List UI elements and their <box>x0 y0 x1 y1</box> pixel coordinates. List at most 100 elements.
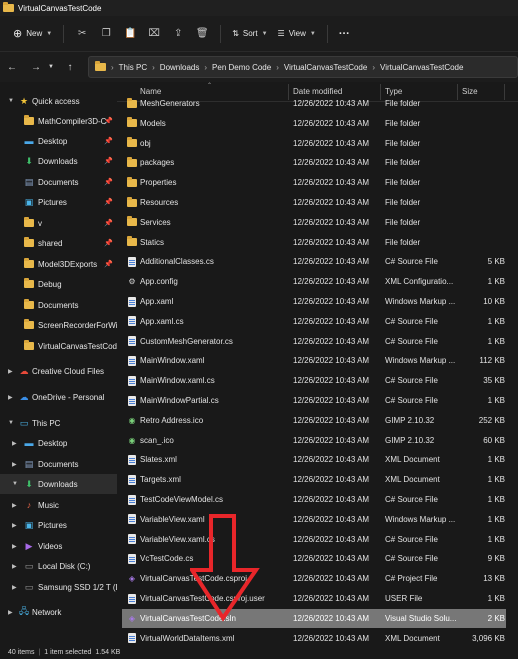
sidebar-item-onedrive[interactable]: ▶ ☁ OneDrive - Personal <box>0 387 117 407</box>
copy-icon[interactable]: ❐ <box>94 22 118 46</box>
sidebar-item-virtualcanvastestcode[interactable]: VirtualCanvasTestCode <box>0 336 117 356</box>
sidebar-item-this-pc[interactable]: ▼ ▭ This PC <box>0 413 117 433</box>
file-row[interactable]: App.xaml 12/26/2022 10:43 AM Windows Marku… <box>122 292 506 311</box>
file-name: AdditionalClasses.cs <box>140 257 214 267</box>
rename-icon[interactable]: ⌧ <box>142 22 166 46</box>
sidebar-item-documents[interactable]: ▤ Documents 📌 <box>0 172 117 192</box>
sidebar-item-local-disk[interactable]: ▶ ▭ Local Disk (C:) <box>0 556 117 576</box>
paste-icon[interactable]: 📋 <box>118 22 142 46</box>
file-row[interactable]: Services 12/26/2022 10:43 AM File folder <box>122 213 506 232</box>
title-bar: VirtualCanvasTestCode <box>0 0 518 16</box>
up-arrow-icon[interactable]: ↑ <box>60 57 80 77</box>
sidebar-item-debug[interactable]: Debug <box>0 274 117 294</box>
chevron-down-icon[interactable]: ▼ <box>12 481 18 487</box>
new-button[interactable]: ⊕ New ▼ <box>8 22 57 46</box>
view-button[interactable]: ☰ View ▼ <box>273 22 321 46</box>
sidebar-item-v[interactable]: v 📌 <box>0 213 117 233</box>
file-row[interactable]: Models 12/26/2022 10:43 AM File folder <box>122 114 506 133</box>
sidebar-item-quick-access[interactable]: ▼ ★ Quick access <box>0 91 117 111</box>
desktop-icon: ▬ <box>24 136 34 146</box>
sidebar-item-pc-desktop[interactable]: ▶ ▬ Desktop <box>0 433 117 453</box>
sidebar-item-documents-folder[interactable]: Documents <box>0 295 117 315</box>
file-row[interactable]: VirtualWorldDataItems.xml 12/26/2022 10:4… <box>122 629 506 646</box>
file-row[interactable]: Slates.xml 12/26/2022 10:43 AM XML Documen… <box>122 450 506 469</box>
file-size: 60 KB <box>483 435 505 445</box>
file-row[interactable]: App.xaml.cs 12/26/2022 10:43 AM C# Source … <box>122 312 506 331</box>
cut-icon[interactable]: ✂ <box>70 22 94 46</box>
address-bar[interactable]: › This PC › Downloads › Pen Demo Code › … <box>88 56 518 78</box>
file-row[interactable]: VariableView.xaml.cs 12/26/2022 10:43 AM C… <box>122 530 506 549</box>
file-row[interactable]: VariableView.xaml 12/26/2022 10:43 AM Wind… <box>122 510 506 529</box>
chevron-right-icon[interactable]: ▶ <box>8 394 13 401</box>
sidebar-item-downloads[interactable]: ⬇ Downloads 📌 <box>0 151 117 171</box>
sidebar-item-screenrecorder[interactable]: ScreenRecorderForWir <box>0 315 117 335</box>
chevron-right-icon[interactable]: ▶ <box>8 609 13 616</box>
breadcrumb-downloads[interactable]: Downloads <box>160 63 200 72</box>
chevron-right-icon[interactable]: ▶ <box>12 563 17 570</box>
file-row[interactable]: ◈ VirtualCanvasTestCode.sln 12/26/2022 10:… <box>122 608 506 628</box>
sidebar-item-creative-cloud[interactable]: ▶ ☁ Creative Cloud Files <box>0 361 117 381</box>
file-row[interactable]: AdditionalClasses.cs 12/26/2022 10:43 AM C… <box>122 252 506 271</box>
chevron-right-icon[interactable]: ▶ <box>12 461 17 468</box>
chevron-down-icon[interactable]: ▼ <box>8 420 14 426</box>
file-row[interactable]: Properties 12/26/2022 10:43 AM File folder <box>122 173 506 192</box>
breadcrumb-chevron-icon[interactable]: › <box>111 63 114 72</box>
file-row[interactable]: VirtualCanvasTestCode.csproj.user 12/26/2… <box>122 589 506 608</box>
sidebar-item-model3dexports[interactable]: Model3DExports 📌 <box>0 254 117 274</box>
sidebar-item-pictures[interactable]: ▣ Pictures 📌 <box>0 192 117 212</box>
sort-ascending-icon: ⌃ <box>207 83 213 89</box>
sidebar-item-network[interactable]: ▶ 🖧 Network <box>0 602 117 622</box>
file-row[interactable]: packages 12/26/2022 10:43 AM File folder <box>122 153 506 172</box>
file-type: Visual Studio Solu... <box>385 613 457 623</box>
recent-chevron-icon[interactable]: ▼ <box>46 57 56 77</box>
sidebar-item-samsung-ssd[interactable]: ▶ ▭ Samsung SSD 1/2 T (D: <box>0 577 117 597</box>
file-row[interactable]: obj 12/26/2022 10:43 AM File folder <box>122 134 506 153</box>
chevron-right-icon[interactable]: ▶ <box>12 543 17 550</box>
sidebar-item-desktop[interactable]: ▬ Desktop 📌 <box>0 131 117 151</box>
sidebar-item-pc-documents[interactable]: ▶ ▤ Documents <box>0 454 117 474</box>
chevron-right-icon[interactable]: ▶ <box>12 502 17 509</box>
disk-icon: ▭ <box>24 581 34 592</box>
sidebar-item-pc-downloads[interactable]: ▼ ⬇ Downloads <box>0 474 117 494</box>
forward-arrow-icon[interactable]: → <box>26 57 46 77</box>
file-row[interactable]: MeshGenerators 12/26/2022 10:43 AM File fo… <box>122 94 506 113</box>
breadcrumb-chevron-icon[interactable]: › <box>276 63 279 72</box>
file-row[interactable]: Resources 12/26/2022 10:43 AM File folder <box>122 193 506 212</box>
breadcrumb-chevron-icon[interactable]: › <box>372 63 375 72</box>
breadcrumb-pen-demo-code[interactable]: Pen Demo Code <box>212 63 271 72</box>
chevron-down-icon[interactable]: ▼ <box>8 98 14 104</box>
file-row[interactable]: ◉ scan_.ico 12/26/2022 10:43 AM GIMP 2.10.3… <box>122 431 506 450</box>
file-row[interactable]: MainWindow.xaml.cs 12/26/2022 10:43 AM C# … <box>122 371 506 390</box>
chevron-right-icon[interactable]: ▶ <box>12 584 17 591</box>
chevron-right-icon[interactable]: ▶ <box>12 522 17 529</box>
breadcrumb-current-folder[interactable]: VirtualCanvasTestCode <box>380 63 463 72</box>
file-row[interactable]: ◈ VirtualCanvasTestCode.csproj 12/26/2022 … <box>122 569 506 588</box>
more-options-button[interactable]: ··· <box>334 22 355 46</box>
breadcrumb-virtualcanvastestcode[interactable]: VirtualCanvasTestCode <box>284 63 367 72</box>
sidebar-item-music[interactable]: ▶ ♪ Music <box>0 495 117 515</box>
sidebar-item-videos[interactable]: ▶ ▶ Videos <box>0 536 117 556</box>
file-row[interactable]: ◉ Retro Address.ico 12/26/2022 10:43 AM GIM… <box>122 411 506 430</box>
file-row[interactable]: TestCodeViewModel.cs 12/26/2022 10:43 AM C… <box>122 490 506 509</box>
sidebar-item-mathcompiler[interactable]: MathCompiler3D-C 📌 <box>0 111 117 131</box>
back-arrow-icon[interactable]: ← <box>2 57 22 77</box>
sidebar-item-pc-pictures[interactable]: ▶ ▣ Pictures <box>0 515 117 535</box>
breadcrumb-chevron-icon[interactable]: › <box>204 63 207 72</box>
file-row[interactable]: Targets.xml 12/26/2022 10:43 AM XML Docume… <box>122 470 506 489</box>
chevron-right-icon[interactable]: ▶ <box>8 368 13 375</box>
file-row[interactable]: MainWindow.xaml 12/26/2022 10:43 AM Window… <box>122 351 506 370</box>
share-icon[interactable]: ⇪ <box>166 22 190 46</box>
breadcrumb-chevron-icon[interactable]: › <box>152 63 155 72</box>
file-row[interactable]: MainWindowPartial.cs 12/26/2022 10:43 AM C… <box>122 391 506 410</box>
breadcrumb-this-pc[interactable]: This PC <box>119 63 147 72</box>
file-row[interactable]: VcTestCode.cs 12/26/2022 10:43 AM C# Sourc… <box>122 549 506 568</box>
sidebar-item-shared[interactable]: shared 📌 <box>0 233 117 253</box>
chevron-right-icon[interactable]: ▶ <box>12 440 17 447</box>
sort-button[interactable]: ⇅ Sort ▼ <box>227 22 272 46</box>
file-date-modified: 12/26/2022 10:43 AM <box>293 415 370 425</box>
chevron-down-icon: ▼ <box>46 30 53 37</box>
delete-icon[interactable]: 🗑 <box>190 22 214 46</box>
file-row[interactable]: Statics 12/26/2022 10:43 AM File folder <box>122 233 506 252</box>
file-row[interactable]: ⚙ App.config 12/26/2022 10:43 AM XML Config… <box>122 272 506 291</box>
file-row[interactable]: CustomMeshGenerator.cs 12/26/2022 10:43 A… <box>122 332 506 351</box>
